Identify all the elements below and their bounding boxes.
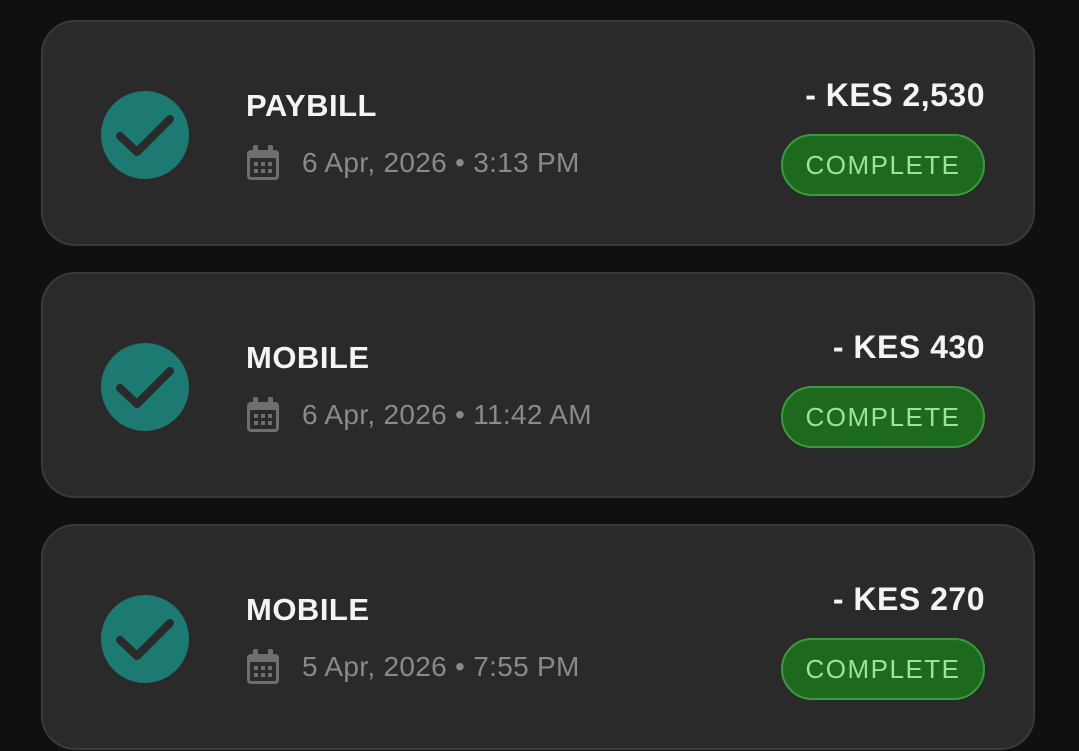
- transaction-amount: - KES 270: [832, 581, 985, 617]
- calendar-icon: [247, 397, 279, 432]
- transaction-card[interactable]: MOBILE 6 Apr, 2026 • 11:42 AM - KES 430 …: [41, 272, 1035, 498]
- status-badge: COMPLETE: [781, 134, 985, 196]
- status-badge: COMPLETE: [781, 638, 985, 700]
- transaction-card[interactable]: MOBILE 5 Apr, 2026 • 7:55 PM - KES 270 C…: [41, 524, 1035, 750]
- transaction-list: PAYBILL 6 Apr, 2026 • 3:13 PM - KES 2,53…: [0, 0, 1079, 751]
- calendar-icon: [247, 649, 279, 684]
- transaction-datetime: 6 Apr, 2026 • 3:13 PM: [302, 147, 580, 178]
- transaction-datetime: 5 Apr, 2026 • 7:55 PM: [302, 651, 580, 682]
- status-circle: [101, 91, 189, 179]
- check-icon: [116, 367, 174, 408]
- status-circle: [101, 343, 189, 431]
- transaction-date-row: 6 Apr, 2026 • 11:42 AM: [246, 397, 592, 433]
- transaction-datetime: 6 Apr, 2026 • 11:42 AM: [302, 399, 592, 430]
- transaction-date-row: 5 Apr, 2026 • 7:55 PM: [246, 649, 580, 685]
- calendar-icon: [247, 145, 279, 180]
- transaction-amount: - KES 430: [832, 329, 985, 365]
- transaction-type: PAYBILL: [246, 88, 377, 123]
- transaction-amount: - KES 2,530: [805, 77, 985, 113]
- transaction-card[interactable]: PAYBILL 6 Apr, 2026 • 3:13 PM - KES 2,53…: [41, 20, 1035, 246]
- transaction-date-row: 6 Apr, 2026 • 3:13 PM: [246, 145, 580, 181]
- transaction-type: MOBILE: [246, 592, 370, 627]
- status-badge: COMPLETE: [781, 386, 985, 448]
- transaction-type: MOBILE: [246, 340, 370, 375]
- check-icon: [116, 115, 174, 156]
- status-circle: [101, 595, 189, 683]
- check-icon: [116, 619, 174, 660]
